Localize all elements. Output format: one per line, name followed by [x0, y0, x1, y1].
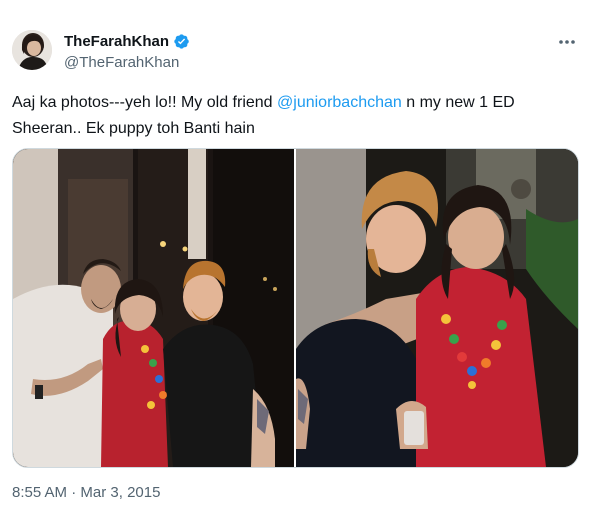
tweet-text: Aaj ka photos---yeh lo!! My old friend @…: [12, 90, 582, 142]
display-name[interactable]: TheFarahKhan: [64, 33, 169, 50]
media-grid: [12, 148, 579, 468]
photo-1-image: [13, 149, 294, 467]
photo-2[interactable]: [296, 149, 578, 467]
photo-1[interactable]: [13, 149, 294, 467]
avatar-image: [12, 30, 52, 70]
more-options-icon[interactable]: [555, 32, 579, 52]
tweet-time[interactable]: 8:55 AM: [12, 484, 67, 501]
verified-badge-icon: [173, 33, 190, 50]
tweet-date[interactable]: Mar 3, 2015: [80, 484, 160, 501]
tweet-timestamp[interactable]: 8:55 AM · Mar 3, 2015: [12, 484, 160, 501]
tweet-text-part1: Aaj ka photos---yeh lo!! My old friend: [12, 94, 278, 111]
display-name-row[interactable]: TheFarahKhan: [64, 33, 190, 50]
avatar[interactable]: [12, 30, 52, 70]
mention-link[interactable]: @juniorbachchan: [277, 94, 402, 111]
photo-2-image: [296, 149, 578, 467]
user-handle[interactable]: @TheFarahKhan: [64, 54, 179, 71]
timestamp-separator: ·: [67, 484, 81, 501]
previous-content-edge: [0, 0, 595, 8]
tweet: TheFarahKhan @TheFarahKhan Aaj ka photos…: [0, 18, 595, 516]
